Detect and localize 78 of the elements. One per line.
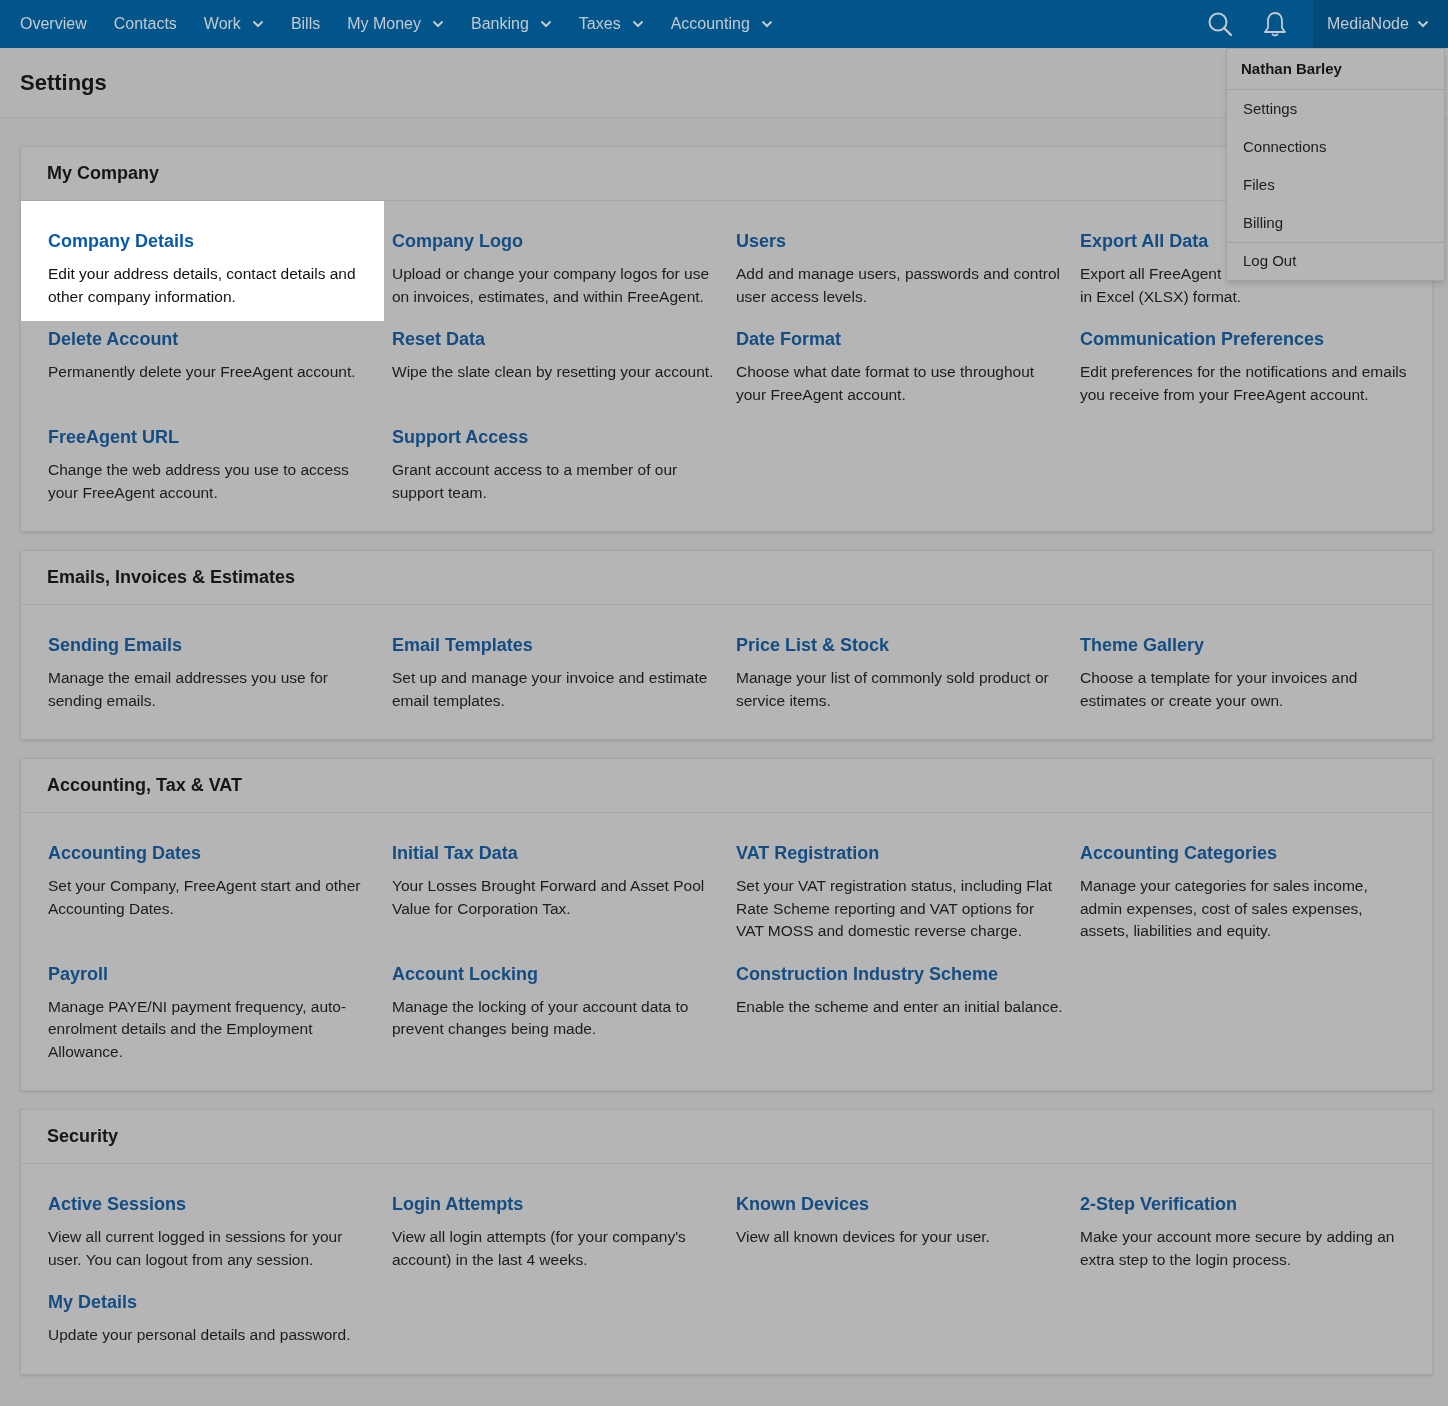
setting-link[interactable]: Known Devices	[736, 1192, 1064, 1216]
setting-description: Wipe the slate clean by resetting your account.	[392, 362, 714, 382]
setting-description: Manage your list of commonly sold product or service items.	[736, 668, 1050, 711]
chevron-down-icon	[760, 20, 773, 28]
chevron-down-icon	[251, 20, 264, 28]
setting-description: View all current logged in sessions for your user. You can logout from any session.	[48, 1227, 344, 1270]
setting-description: Change the web address you use to access your FreeAgent account.	[48, 460, 350, 503]
setting-description: Grant account access to a member of our support team.	[392, 460, 679, 503]
page-title: Settings	[20, 69, 107, 97]
nav-link[interactable]: Banking	[471, 12, 552, 36]
chevron-down-icon	[539, 20, 552, 28]
setting-description: Upload or change your company logos for use on invoices, estimates, and within FreeAgent.	[392, 264, 711, 307]
setting-link[interactable]: FreeAgent URL	[48, 425, 372, 449]
chevron-down-icon	[432, 20, 444, 28]
setting-description: Add and manage users, passwords and control user access levels.	[736, 264, 1061, 307]
setting-link[interactable]: Date Format	[736, 327, 1064, 351]
setting-description: Set your Company, FreeAgent start and other Accounting Dates.	[48, 876, 362, 919]
setting-description: View all login attempts (for your company's account) in the last 4 weeks.	[392, 1227, 687, 1270]
setting-link[interactable]: Construction Industry Scheme	[736, 961, 1064, 986]
menu-item[interactable]: Log Out	[1227, 242, 1444, 280]
setting-description: Edit your address details, contact details and other company information.	[48, 264, 357, 307]
setting-link[interactable]: Account Locking	[392, 961, 720, 986]
setting-link[interactable]: Communication Preferences	[1080, 327, 1408, 351]
setting-description: Your Losses Brought Forward and Asset Pool Value for Corporation Tax.	[392, 876, 706, 919]
setting-description: Make your account more secure by adding an extra step to the login process.	[1080, 1227, 1396, 1270]
setting-link[interactable]: Payroll	[48, 961, 372, 986]
nav-link[interactable]: Work	[203, 12, 264, 36]
chevron-down-icon	[631, 20, 644, 28]
setting-description: Manage the locking of your account data to prevent changes being made.	[392, 996, 690, 1039]
setting-description: Permanently delete your FreeAgent account.	[48, 362, 356, 382]
chevron-down-icon	[1416, 20, 1429, 28]
setting-link[interactable]: Delete Account	[48, 327, 372, 351]
setting-description: Update your personal details and password.	[48, 1325, 351, 1345]
setting-description: Set up and manage your invoice and estimate email templates.	[392, 668, 709, 711]
menu-user-name: Nathan Barley	[1227, 49, 1444, 90]
setting-description: Manage your categories for sales income, admin expenses, cost of sales expenses, assets, liabilities and equity.	[1080, 876, 1369, 941]
nav-link[interactable]: Overview	[20, 12, 87, 36]
menu-item[interactable]: Billing	[1227, 204, 1444, 242]
setting-link[interactable]: Initial Tax Data	[392, 841, 720, 865]
account-menu-button[interactable]: MediaNode	[1313, 0, 1448, 48]
setting-link[interactable]: Login Attempts	[392, 1192, 720, 1216]
setting-link[interactable]: Price List & Stock	[736, 633, 1064, 657]
setting-link[interactable]: VAT Registration	[736, 841, 1064, 865]
setting-description: Choose what date format to use throughout your FreeAgent account.	[736, 362, 1036, 405]
menu-item[interactable]: Files	[1227, 166, 1444, 204]
nav-link[interactable]: Contacts	[113, 12, 177, 36]
setting-link[interactable]: Theme Gallery	[1080, 633, 1408, 657]
setting-link[interactable]: Support Access	[392, 425, 720, 449]
setting-link[interactable]: Active Sessions	[48, 1192, 372, 1216]
setting-link[interactable]: My Details	[48, 1290, 372, 1314]
section-title: My Company	[47, 162, 160, 185]
bell-icon[interactable]	[1263, 11, 1287, 37]
setting-description: Enable the scheme and enter an initial balance.	[736, 996, 1063, 1017]
setting-link[interactable]: 2-Step Verification	[1080, 1192, 1408, 1216]
nav-link[interactable]: Bills	[290, 12, 321, 36]
setting-link[interactable]: Accounting Categories	[1080, 841, 1408, 865]
nav-link[interactable]: Taxes	[578, 12, 644, 36]
nav-link[interactable]: My Money	[347, 12, 444, 36]
menu-item[interactable]: Connections	[1227, 128, 1444, 166]
setting-link[interactable]: Users	[736, 229, 1064, 253]
section-title: Emails, Invoices & Estimates	[47, 566, 296, 589]
setting-description: View all known devices for your user.	[736, 1227, 990, 1247]
section-title: Accounting, Tax & VAT	[47, 774, 242, 797]
setting-link[interactable]: Email Templates	[392, 633, 720, 657]
setting-description: Edit preferences for the notifications and emails you receive from your FreeAgent account.	[1080, 362, 1408, 405]
setting-description: Set your VAT registration status, including Flat Rate Scheme reporting and VAT options for VAT MOSS and domestic reverse charge.	[736, 876, 1054, 941]
search-icon[interactable]	[1207, 11, 1233, 37]
setting-description: Manage PAYE/NI payment frequency, auto-enrolment details and the Employment Allowance.	[48, 996, 348, 1062]
setting-link[interactable]: Accounting Dates	[48, 841, 372, 865]
setting-description: Choose a template for your invoices and estimates or create your own.	[1080, 668, 1359, 711]
setting-link[interactable]: Reset Data	[392, 327, 720, 351]
setting-description: Manage the email addresses you use for sending emails.	[48, 668, 330, 711]
section-title: Security	[47, 1125, 119, 1148]
setting-link[interactable]: Sending Emails	[48, 633, 372, 657]
setting-link[interactable]: Company Logo	[392, 229, 720, 253]
nav-link[interactable]: Accounting	[670, 12, 773, 36]
setting-link[interactable]: Company Details	[48, 229, 372, 253]
menu-item[interactable]: Settings	[1227, 90, 1444, 128]
